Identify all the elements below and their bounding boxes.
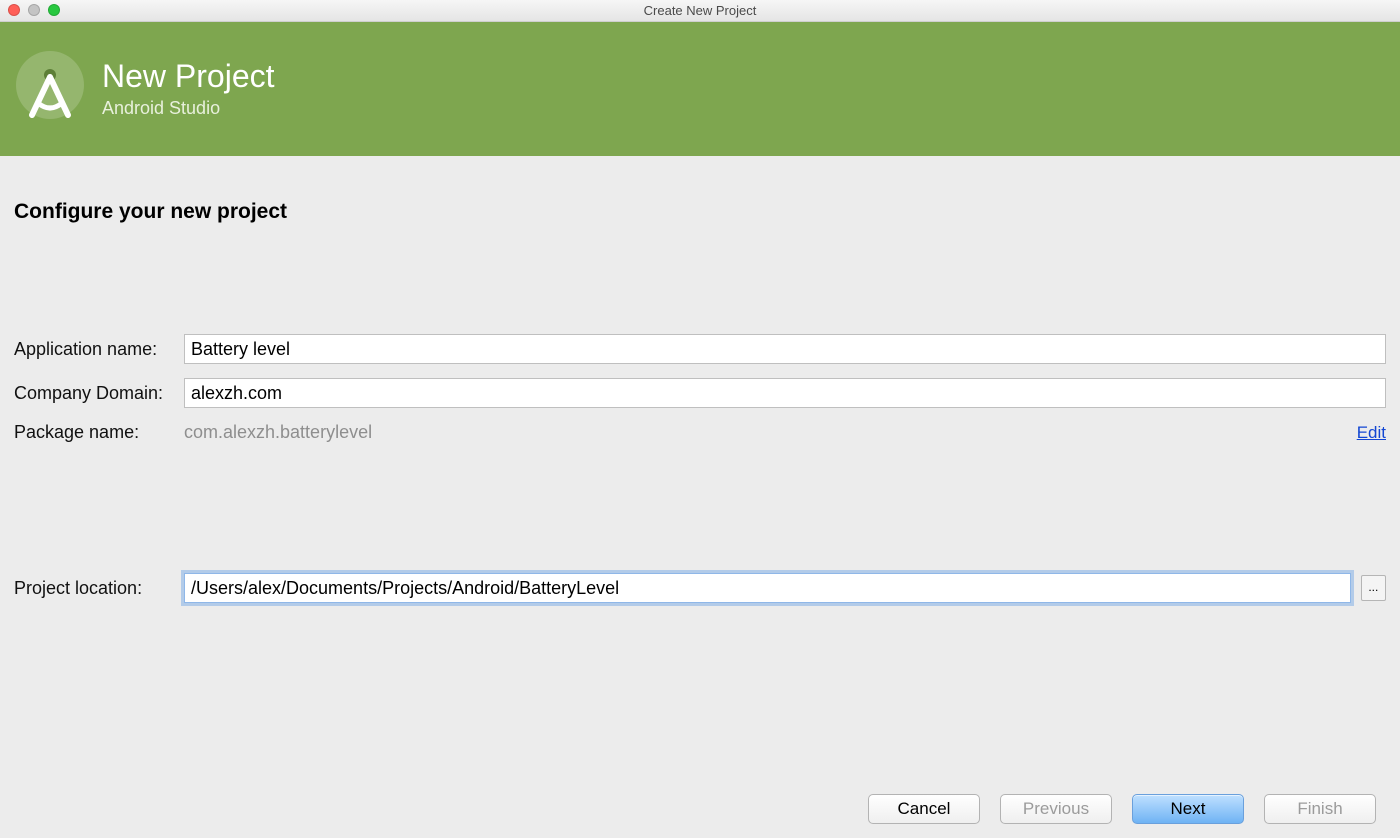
zoom-window-button[interactable] — [48, 4, 60, 16]
window-title: Create New Project — [0, 0, 1400, 22]
project-location-label: Project location: — [14, 578, 184, 599]
package-name-value: com.alexzh.batterylevel — [184, 422, 372, 443]
wizard-header: New Project Android Studio — [0, 22, 1400, 156]
edit-package-link[interactable]: Edit — [1357, 423, 1386, 443]
cancel-button[interactable]: Cancel — [868, 794, 980, 824]
wizard-footer: Cancel Previous Next Finish — [0, 794, 1400, 824]
window-controls — [8, 4, 60, 16]
close-window-button[interactable] — [8, 4, 20, 16]
application-name-input[interactable] — [184, 334, 1386, 364]
browse-location-button[interactable]: ... — [1361, 575, 1386, 601]
minimize-window-button[interactable] — [28, 4, 40, 16]
page-title: Configure your new project — [14, 200, 1386, 224]
previous-button: Previous — [1000, 794, 1112, 824]
android-studio-icon — [16, 51, 84, 127]
company-domain-label: Company Domain: — [14, 383, 184, 404]
project-form: Application name: Company Domain: Packag… — [14, 334, 1386, 603]
project-location-input[interactable] — [184, 573, 1351, 603]
package-name-label: Package name: — [14, 422, 184, 443]
header-title: New Project — [102, 59, 275, 94]
company-domain-input[interactable] — [184, 378, 1386, 408]
application-name-label: Application name: — [14, 339, 184, 360]
header-subtitle: Android Studio — [102, 98, 275, 119]
finish-button: Finish — [1264, 794, 1376, 824]
window-titlebar: Create New Project — [0, 0, 1400, 22]
next-button[interactable]: Next — [1132, 794, 1244, 824]
